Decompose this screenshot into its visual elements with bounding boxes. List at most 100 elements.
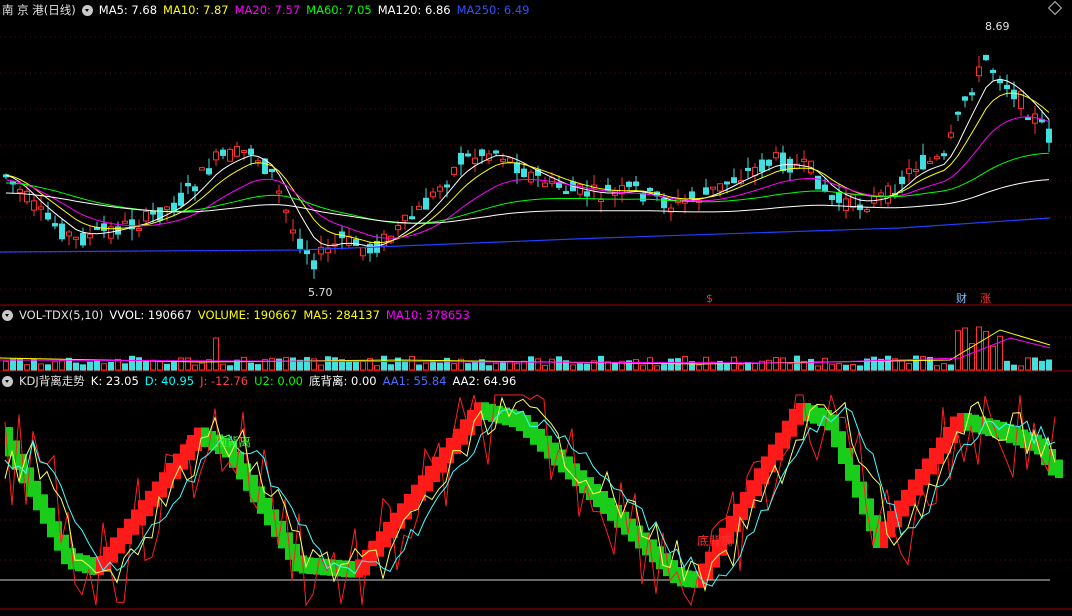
volume-bar (269, 357, 275, 371)
volume-bar (80, 364, 86, 371)
volume-bar (612, 363, 618, 371)
volume-bar (1025, 357, 1031, 371)
kdj-block (152, 481, 160, 507)
volume-bar (976, 326, 982, 371)
volume-bar (640, 364, 646, 371)
ma10-line (5, 92, 1050, 244)
kdj-block (852, 464, 860, 498)
volume-bar (654, 365, 660, 371)
price-candles (3, 54, 1052, 279)
volume-bar (836, 363, 842, 371)
kdj-block (117, 528, 125, 554)
volume-bar (661, 364, 667, 371)
volume-bar (290, 357, 296, 371)
candle-body (584, 191, 590, 197)
candle-body (430, 191, 436, 198)
volume-bar (486, 365, 492, 371)
candle-body (976, 66, 982, 77)
volume-bar (934, 365, 940, 371)
volume-bar (738, 364, 744, 371)
candle-body (318, 246, 324, 255)
candle-body (80, 232, 86, 246)
volume-bar (955, 330, 961, 371)
kdj-block (628, 518, 636, 542)
kdj-lines (4, 394, 1063, 607)
kdj-block (922, 458, 930, 485)
candle-body (416, 205, 422, 211)
kdj-block (33, 480, 41, 511)
candle-body (1025, 117, 1031, 121)
volume-bar (255, 364, 261, 371)
marker-dollar: $ (706, 292, 713, 305)
volume-bar (815, 365, 821, 371)
volume-bar (3, 360, 9, 371)
candle-body (171, 202, 177, 212)
kdj-block (537, 428, 545, 452)
volume-bar (381, 355, 387, 371)
kdj-block (810, 405, 818, 424)
stock-chart[interactable]: 8.69 5.70 $ 财涨顶背离底背离 (0, 0, 1072, 616)
volume-bar (500, 361, 506, 371)
volume-bar (549, 358, 555, 371)
candle-body (269, 168, 275, 172)
candle-body (759, 159, 765, 172)
volume-bar (157, 361, 163, 371)
volume-bar (1004, 360, 1010, 371)
candle-body (444, 184, 450, 188)
kdj-block (47, 507, 55, 538)
candle-body (885, 185, 891, 204)
candle-body (997, 79, 1003, 84)
candle-body (45, 212, 51, 220)
volume-bar (465, 363, 471, 371)
kdj-block (782, 420, 790, 449)
chart-labels: 8.69 5.70 $ 财涨顶背离底背离 (215, 20, 1010, 548)
kdj-block (859, 481, 867, 515)
candle-body (745, 167, 751, 171)
volume-bar (507, 360, 513, 371)
candle-body (563, 191, 569, 195)
volume-bar (332, 357, 338, 371)
chart-grid (0, 36, 1072, 610)
volume-bar (297, 359, 303, 371)
candle-body (290, 229, 296, 234)
volume-bar (696, 364, 702, 371)
candle-body (507, 157, 513, 163)
candle-body (66, 231, 72, 237)
volume-bar (1011, 364, 1017, 371)
candle-body (297, 238, 303, 249)
kdj-block (845, 448, 853, 481)
volume-bar (73, 362, 79, 371)
candle-body (528, 171, 534, 183)
candle-body (920, 155, 926, 170)
candle-body (73, 236, 79, 240)
kdj-block (999, 421, 1007, 441)
candle-body (185, 182, 191, 187)
volume-bar (129, 355, 135, 371)
candle-body (199, 167, 205, 171)
volume-bar (346, 361, 352, 371)
moving-averages (0, 78, 1051, 253)
volume-bar (766, 359, 772, 371)
volume-bar (115, 358, 121, 371)
volume-bar (213, 337, 219, 371)
volume-bar (493, 362, 499, 371)
volume-bar (416, 364, 422, 371)
candle-body (542, 182, 548, 188)
candle-body (283, 209, 289, 213)
volume-bar (101, 363, 107, 371)
candle-body (633, 181, 639, 187)
candle-body (227, 148, 233, 162)
ma250-line (0, 217, 1051, 253)
volume-bar (220, 363, 226, 371)
candle-body (913, 168, 919, 172)
candle-body (766, 159, 772, 166)
volume-bar (185, 357, 191, 371)
volume-bar (45, 364, 51, 371)
volume-bar (402, 360, 408, 371)
volume-bar (787, 363, 793, 371)
volume-bar (353, 360, 359, 371)
candle-body (647, 187, 653, 191)
volume-bar (52, 361, 58, 371)
kdj-block (1055, 459, 1063, 478)
volume-bar (1032, 357, 1038, 371)
